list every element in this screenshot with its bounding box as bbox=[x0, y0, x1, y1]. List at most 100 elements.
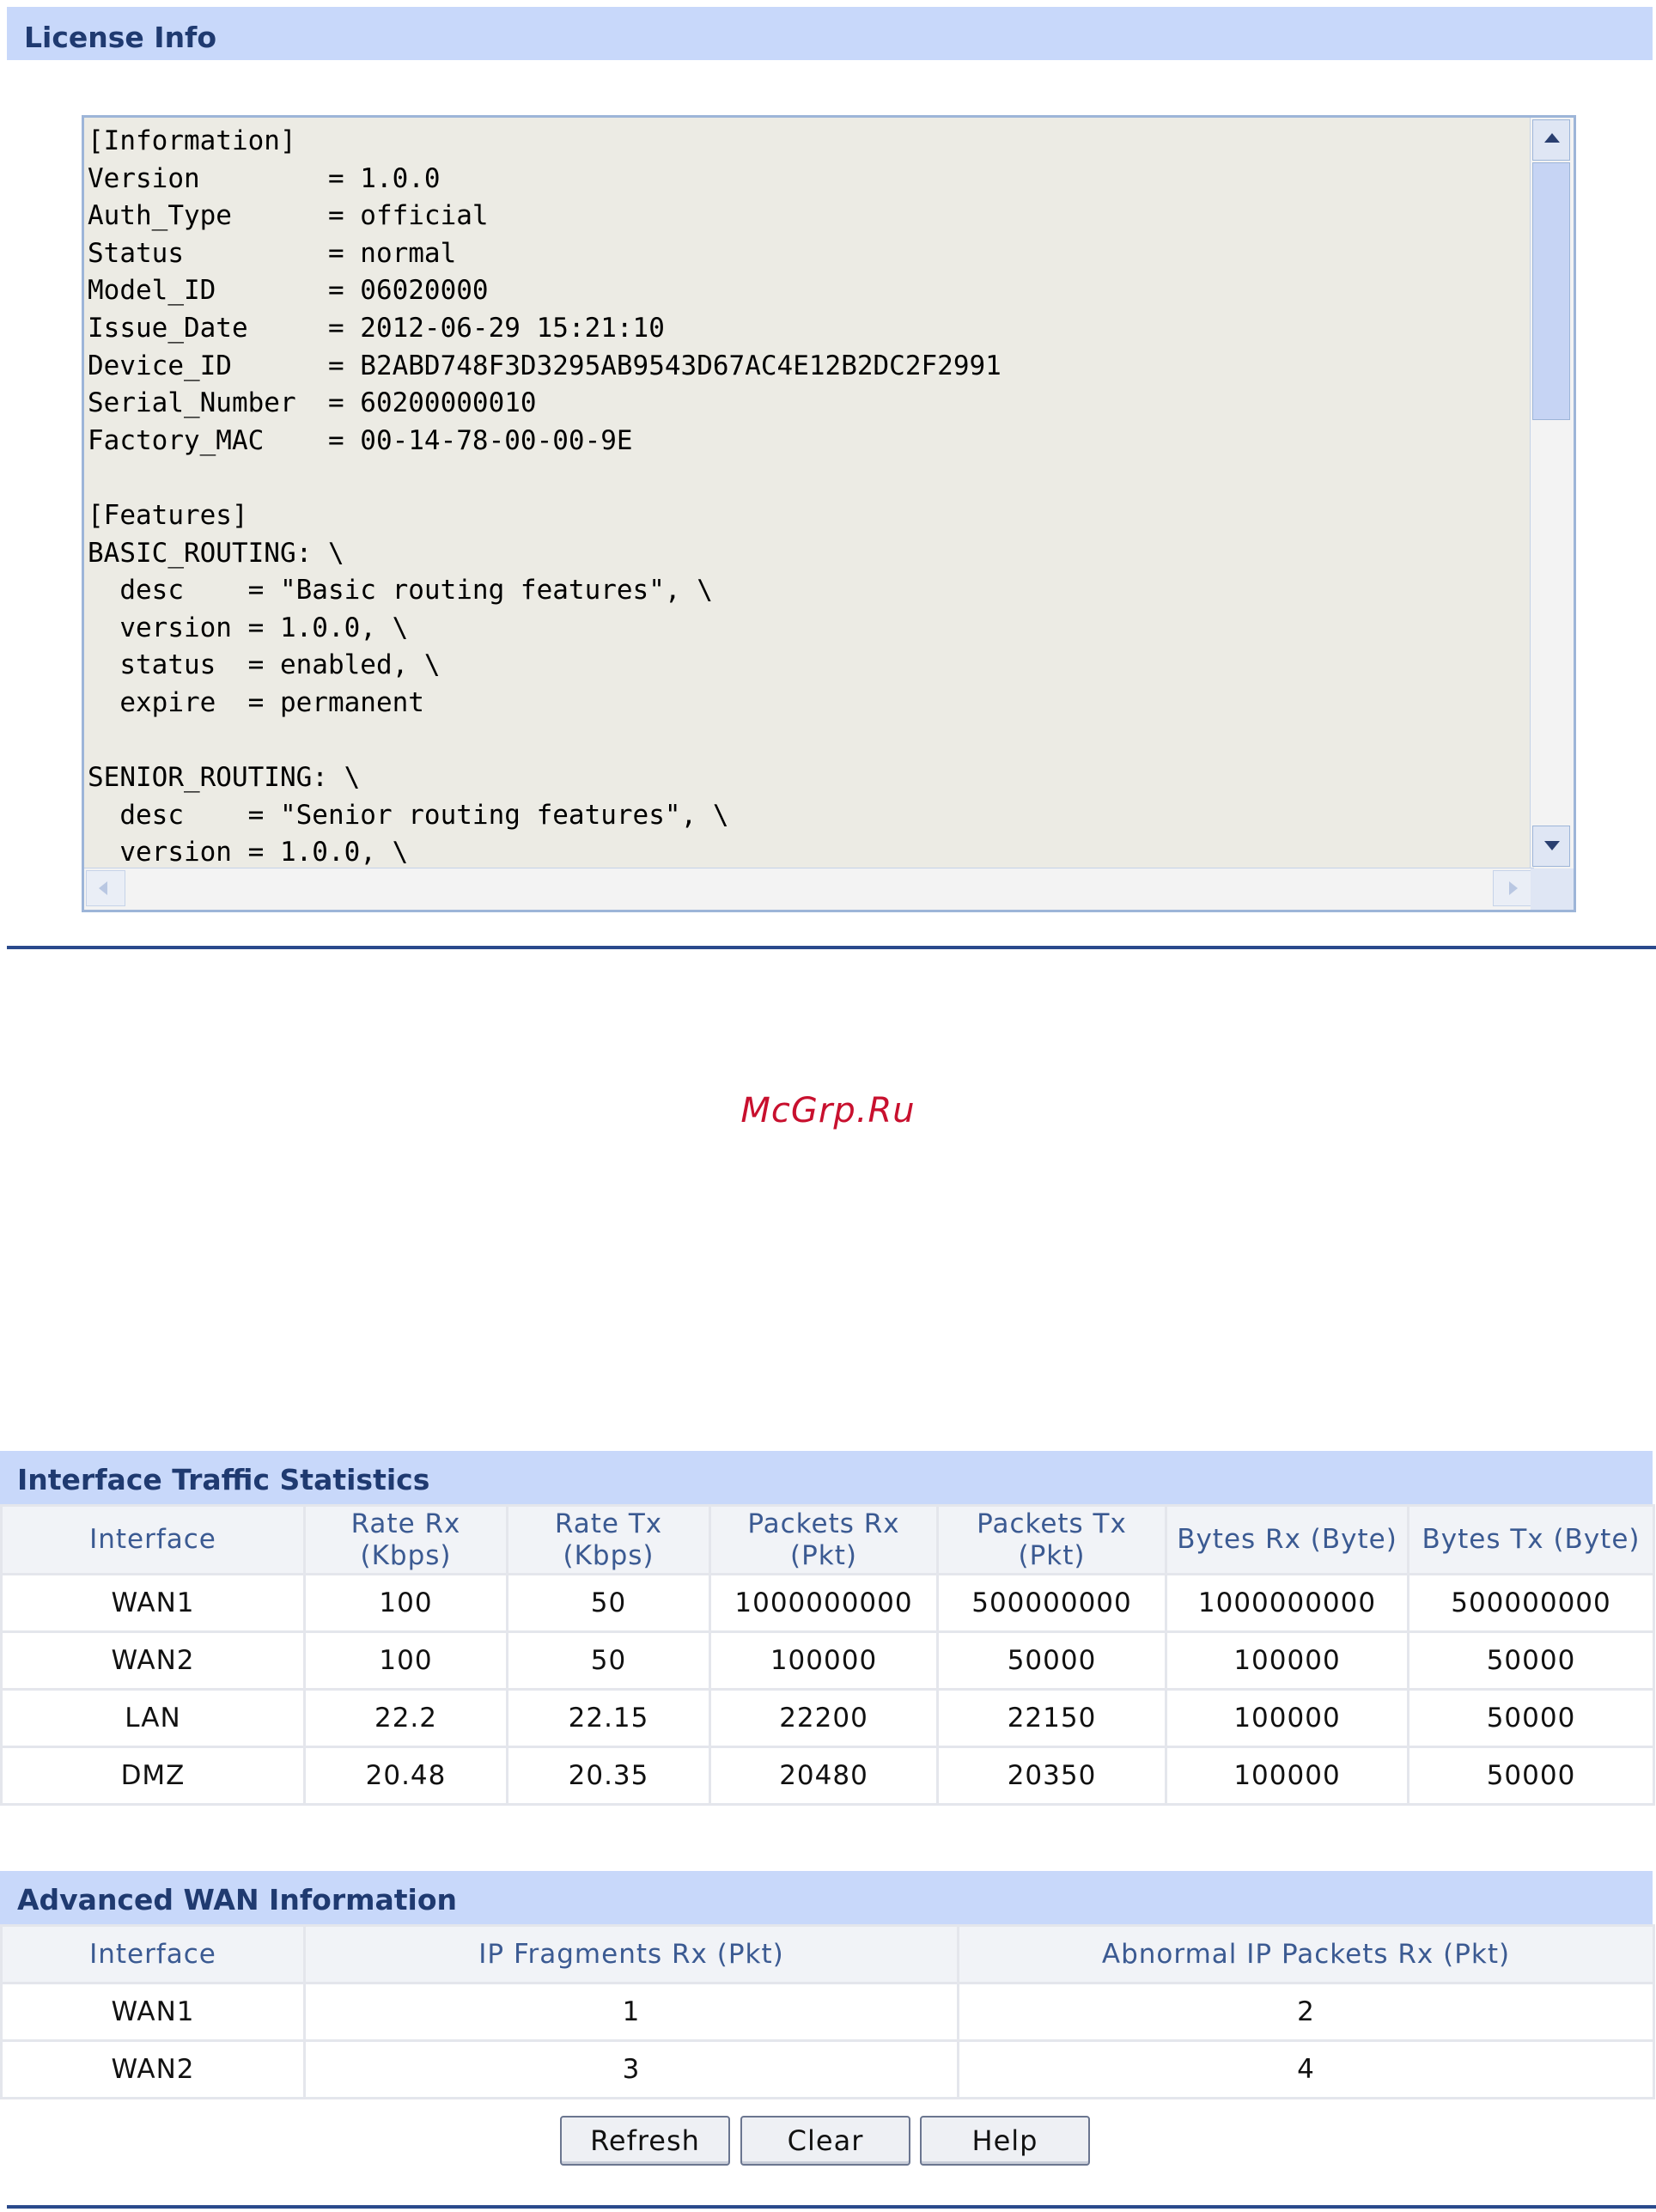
refresh-button[interactable]: Refresh bbox=[560, 2116, 730, 2166]
table-cell: 22.2 bbox=[303, 1688, 508, 1748]
table-cell: 500000000 bbox=[1407, 1573, 1655, 1633]
arrow-left-icon bbox=[99, 881, 107, 895]
license-line: status = enabled, \ bbox=[88, 649, 441, 681]
license-info-title: License Info bbox=[24, 21, 217, 54]
advanced-wan-title: Advanced WAN Information bbox=[17, 1883, 458, 1916]
vertical-scrollbar[interactable] bbox=[1530, 118, 1574, 868]
column-header: Packets Rx (Pkt) bbox=[709, 1504, 939, 1575]
column-header: Interface bbox=[0, 1924, 306, 1984]
table-cell: 50 bbox=[506, 1573, 711, 1633]
table-cell: 50 bbox=[506, 1630, 711, 1691]
column-header: Interface bbox=[0, 1504, 306, 1575]
traffic-stats-title: Interface Traffic Statistics bbox=[17, 1463, 430, 1496]
scroll-down-button[interactable] bbox=[1532, 826, 1570, 867]
column-header: Packets Tx (Pkt) bbox=[936, 1504, 1167, 1575]
table-cell: 100000 bbox=[1165, 1746, 1409, 1806]
table-cell: DMZ bbox=[0, 1746, 306, 1806]
table-cell: 20350 bbox=[936, 1746, 1167, 1806]
table-row: WAN2 3 4 bbox=[0, 2039, 1655, 2099]
table-cell: 4 bbox=[957, 2039, 1655, 2099]
table-cell: 1 bbox=[303, 1982, 959, 2042]
table-cell: 50000 bbox=[936, 1630, 1167, 1691]
scroll-thumb[interactable] bbox=[1532, 162, 1570, 420]
table-cell: 20480 bbox=[709, 1746, 939, 1806]
table-cell: 3 bbox=[303, 2039, 959, 2099]
column-header: IP Fragments Rx (Pkt) bbox=[303, 1924, 959, 1984]
table-row: WAN1 100 50 1000000000 500000000 1000000000 50… bbox=[0, 1573, 1655, 1633]
table-row: WAN1 1 2 bbox=[0, 1982, 1655, 2042]
license-line: Status = normal bbox=[88, 237, 457, 269]
table-cell: LAN bbox=[0, 1688, 306, 1748]
license-line: expire = permanent bbox=[88, 686, 424, 718]
column-header: Abnormal IP Packets Rx (Pkt) bbox=[957, 1924, 1655, 1984]
traffic-stats-table: Interface Rate Rx (Kbps) Rate Tx (Kbps) Pac… bbox=[0, 1504, 1655, 1806]
table-cell: 22200 bbox=[709, 1688, 939, 1748]
column-header: Bytes Tx (Byte) bbox=[1407, 1504, 1655, 1575]
column-header: Rate Rx (Kbps) bbox=[303, 1504, 508, 1575]
scroll-right-button[interactable] bbox=[1493, 870, 1532, 906]
license-line: Auth_Type = official bbox=[88, 200, 489, 232]
license-line: [Features] bbox=[88, 499, 248, 531]
table-row: LAN 22.2 22.15 22200 22150 100000 50000 bbox=[0, 1688, 1655, 1748]
watermark-text: McGrp.Ru bbox=[740, 1091, 916, 1130]
scroll-up-button[interactable] bbox=[1532, 119, 1570, 161]
table-cell: 100000 bbox=[1165, 1688, 1409, 1748]
table-cell: 50000 bbox=[1407, 1688, 1655, 1748]
table-cell: 100 bbox=[303, 1630, 508, 1691]
horizontal-scrollbar[interactable] bbox=[84, 868, 1534, 910]
table-cell: 100 bbox=[303, 1573, 508, 1633]
license-line bbox=[88, 460, 1002, 497]
license-line: Factory_MAC = 00-14-78-00-00-9E bbox=[88, 424, 633, 456]
table-cell: 20.48 bbox=[303, 1746, 508, 1806]
table-row: DMZ 20.48 20.35 20480 20350 100000 50000 bbox=[0, 1746, 1655, 1806]
license-line: BASIC_ROUTING: \ bbox=[88, 537, 344, 569]
scroll-left-button[interactable] bbox=[86, 870, 125, 906]
table-cell: WAN1 bbox=[0, 1573, 306, 1633]
column-header: Bytes Rx (Byte) bbox=[1165, 1504, 1409, 1575]
table-cell: 22.15 bbox=[506, 1688, 711, 1748]
license-line: version = 1.0.0, \ bbox=[88, 837, 409, 868]
scrollbar-corner bbox=[1531, 868, 1574, 910]
license-line: [Information] bbox=[88, 125, 296, 156]
license-line: Issue_Date = 2012-06-29 15:21:10 bbox=[88, 312, 665, 344]
table-row: WAN2 100 50 100000 50000 100000 50000 bbox=[0, 1630, 1655, 1691]
license-line: version = 1.0.0, \ bbox=[88, 612, 409, 643]
table-header-row: Interface IP Fragments Rx (Pkt) Abnormal I… bbox=[0, 1924, 1655, 1984]
table-cell: 22150 bbox=[936, 1688, 1167, 1748]
license-textarea[interactable]: [Information] Version = 1.0.0 Auth_Type = … bbox=[82, 115, 1576, 912]
column-header: Rate Tx (Kbps) bbox=[506, 1504, 711, 1575]
table-cell: 50000 bbox=[1407, 1746, 1655, 1806]
table-cell: 1000000000 bbox=[709, 1573, 939, 1633]
arrow-right-icon bbox=[1509, 881, 1518, 895]
advanced-wan-table: Interface IP Fragments Rx (Pkt) Abnormal I… bbox=[0, 1924, 1655, 2099]
license-info-header: License Info bbox=[7, 7, 1653, 60]
license-line: desc = "Basic routing features", \ bbox=[88, 575, 713, 606]
table-cell: 500000000 bbox=[936, 1573, 1167, 1633]
table-cell: 50000 bbox=[1407, 1630, 1655, 1691]
table-cell: 100000 bbox=[709, 1630, 939, 1691]
arrow-up-icon bbox=[1544, 133, 1560, 143]
license-line: Version = 1.0.0 bbox=[88, 162, 441, 194]
traffic-stats-header: Interface Traffic Statistics bbox=[0, 1451, 1653, 1504]
arrow-down-icon bbox=[1544, 841, 1560, 850]
divider bbox=[7, 946, 1656, 949]
license-line: desc = "Senior routing features", \ bbox=[88, 799, 729, 831]
table-cell: 2 bbox=[957, 1982, 1655, 2042]
table-header-row: Interface Rate Rx (Kbps) Rate Tx (Kbps) Pac… bbox=[0, 1504, 1655, 1575]
table-cell: 1000000000 bbox=[1165, 1573, 1409, 1633]
license-line bbox=[88, 722, 1002, 760]
bottom-divider bbox=[7, 2205, 1656, 2209]
license-line: Device_ID = B2ABD748F3D3295AB9543D67AC4E… bbox=[88, 350, 1002, 381]
table-cell: WAN1 bbox=[0, 1982, 306, 2042]
license-text: [Information] Version = 1.0.0 Auth_Type = … bbox=[88, 123, 1002, 872]
table-cell: WAN2 bbox=[0, 1630, 306, 1691]
table-cell: 100000 bbox=[1165, 1630, 1409, 1691]
license-line: SENIOR_ROUTING: \ bbox=[88, 762, 361, 794]
license-line: Serial_Number = 60200000010 bbox=[88, 387, 537, 419]
license-line: Model_ID = 06020000 bbox=[88, 275, 489, 307]
table-cell: WAN2 bbox=[0, 2039, 306, 2099]
advanced-wan-header: Advanced WAN Information bbox=[0, 1871, 1653, 1924]
help-button[interactable]: Help bbox=[920, 2116, 1090, 2166]
table-cell: 20.35 bbox=[506, 1746, 711, 1806]
clear-button[interactable]: Clear bbox=[740, 2116, 910, 2166]
